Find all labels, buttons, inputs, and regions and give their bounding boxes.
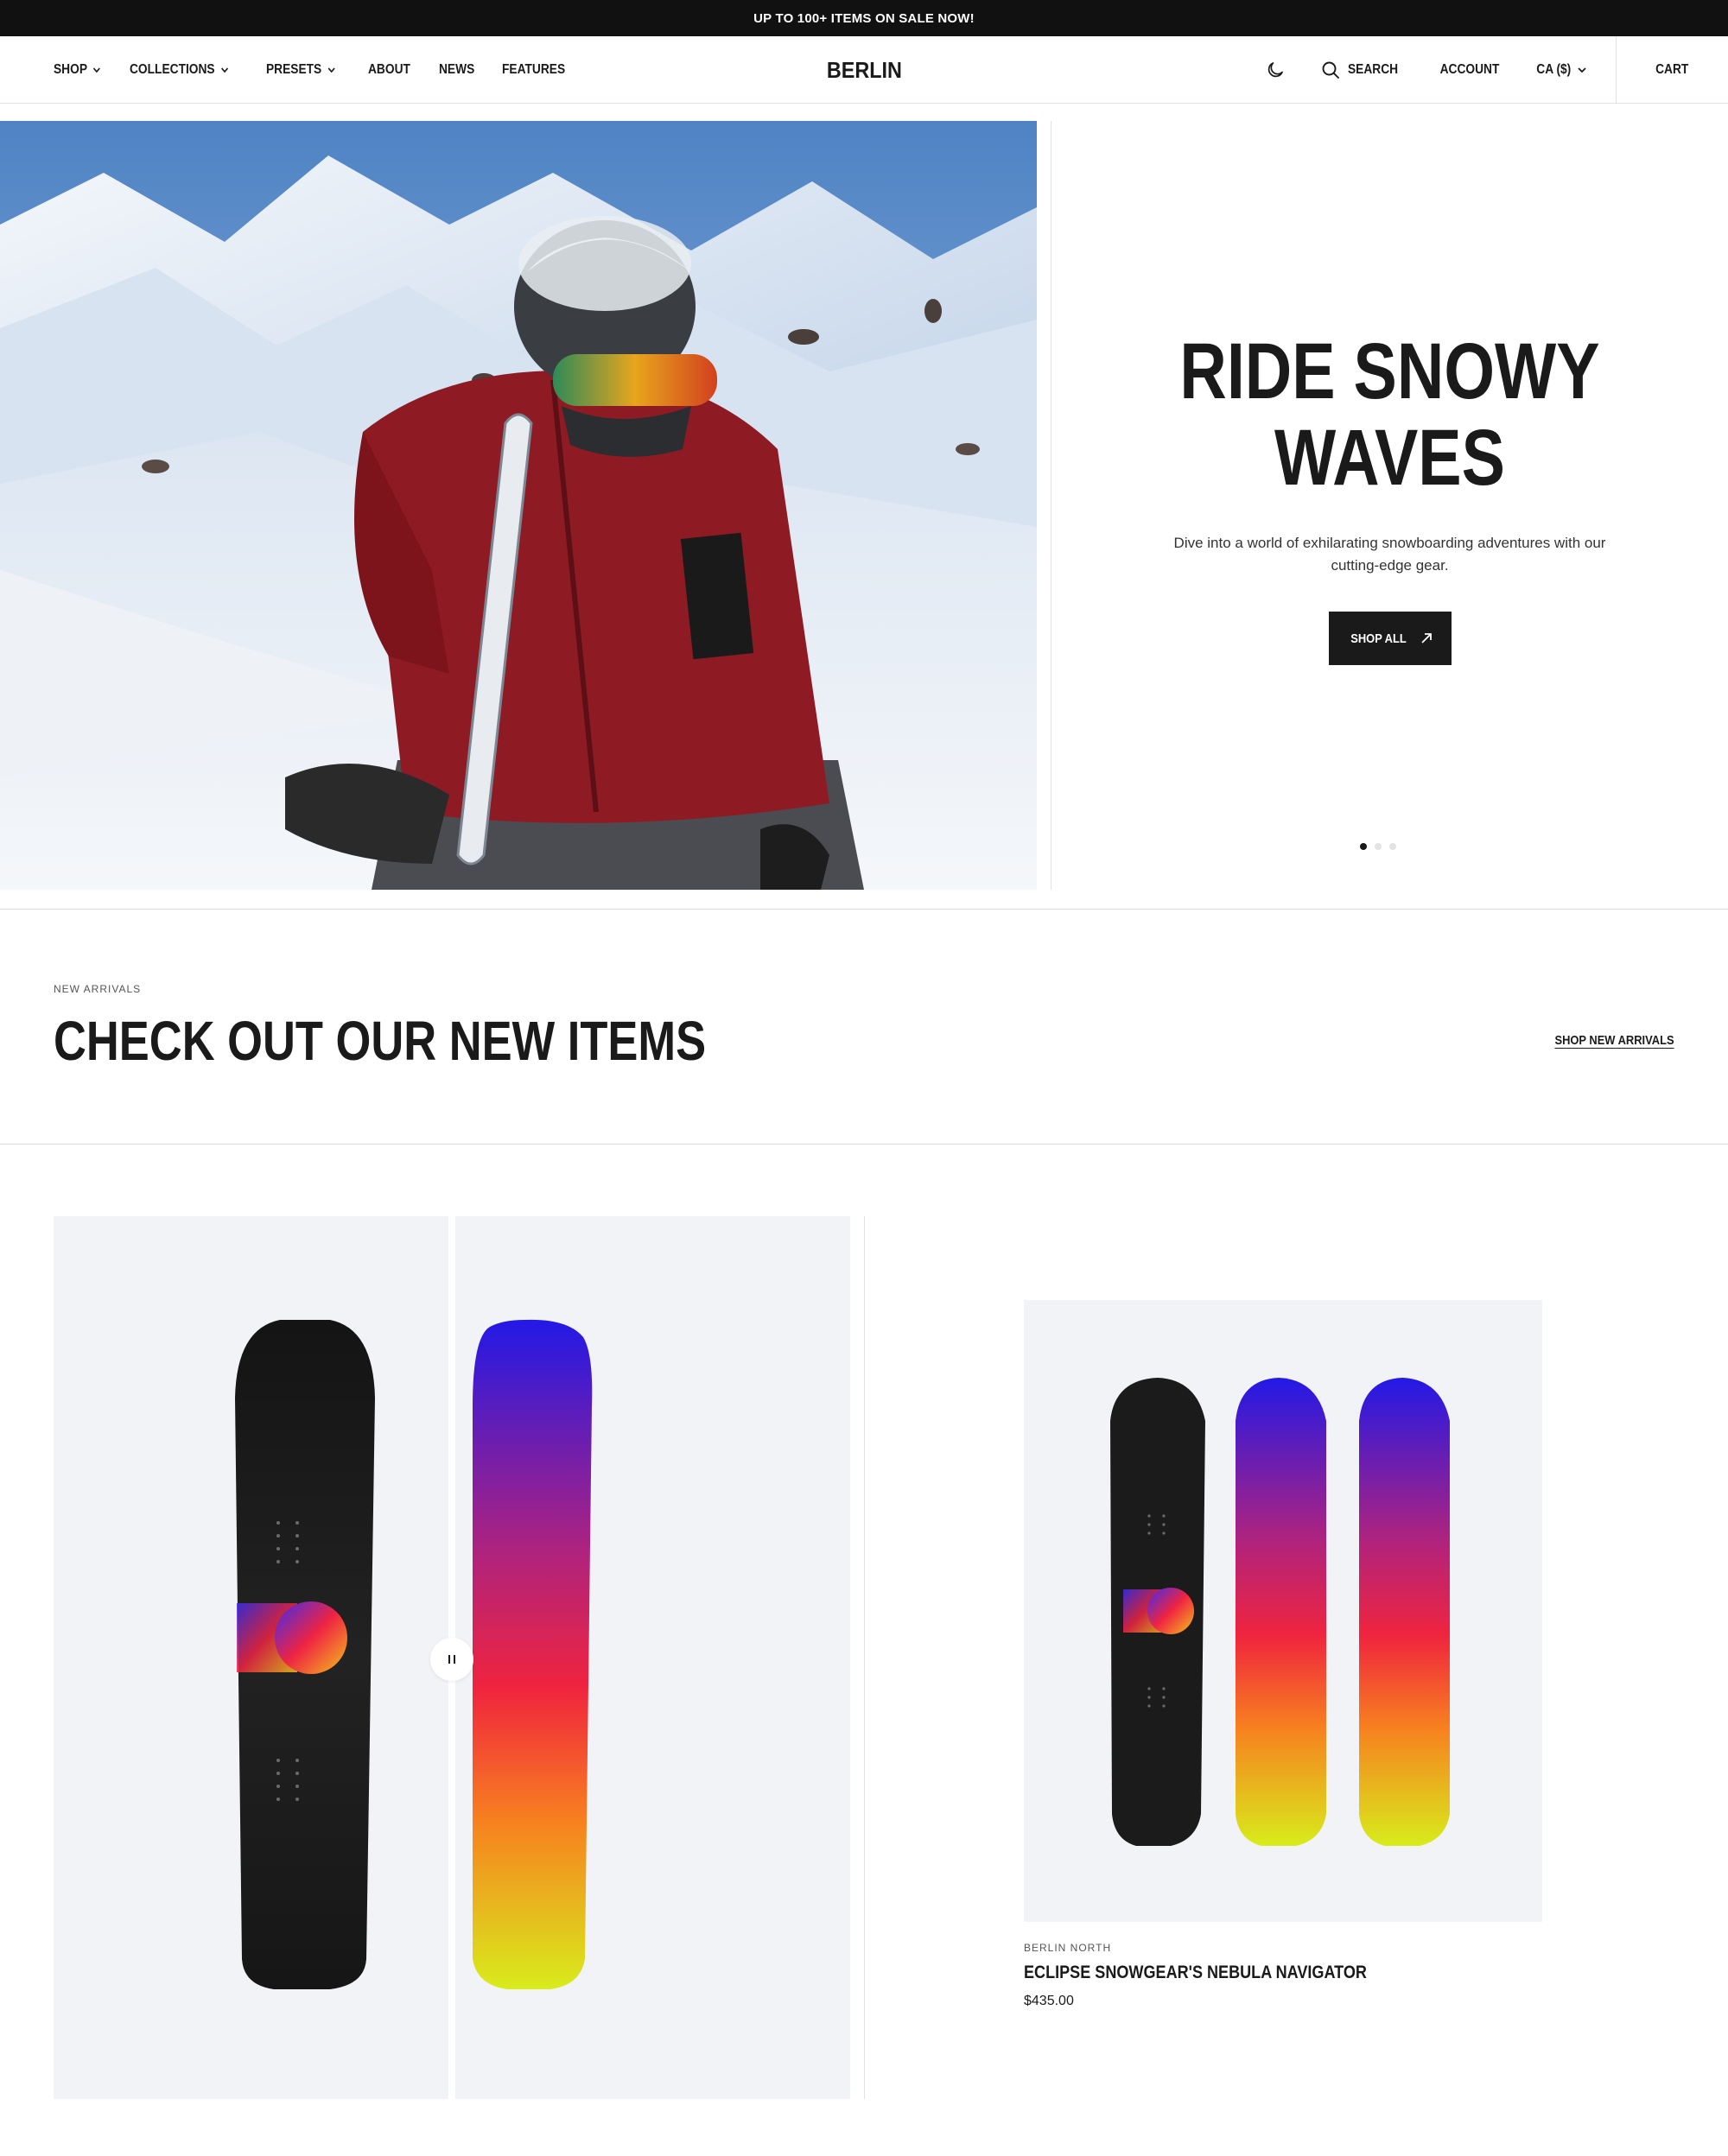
- site-header: SHOP COLLECTIONS PRESETS ABOUT NEWS FEAT…: [0, 36, 1728, 104]
- announcement-text: UP TO 100+ ITEMS ON SALE NOW!: [753, 10, 975, 26]
- nav-label: NEWS: [438, 62, 474, 77]
- pause-button[interactable]: [430, 1638, 473, 1681]
- search-label: SEARCH: [1347, 62, 1399, 77]
- search-button[interactable]: SEARCH: [1320, 60, 1407, 80]
- chevron-down-icon: [93, 67, 101, 73]
- account-label: ACCOUNT: [1440, 62, 1500, 77]
- hero-title: RIDE SNOWY WAVES: [1179, 328, 1599, 501]
- slider-dot[interactable]: [1375, 843, 1382, 850]
- column-divider: [864, 1216, 865, 2099]
- nav-label: PRESETS: [266, 62, 322, 77]
- account-link[interactable]: ACCOUNT: [1435, 62, 1504, 78]
- hero-subtitle: Dive into a world of exhilarating snowbo…: [1173, 535, 1606, 574]
- currency-selector[interactable]: CA ($): [1534, 62, 1586, 78]
- product-card-image[interactable]: [1024, 1300, 1542, 1922]
- featured-product-media[interactable]: [54, 1216, 850, 2099]
- chevron-down-icon: [327, 67, 335, 73]
- cart-button[interactable]: CART: [1616, 36, 1728, 104]
- nav-item-news[interactable]: NEWS: [439, 62, 474, 78]
- section-eyebrow: NEW ARRIVALS: [54, 983, 142, 995]
- chevron-down-icon: [221, 67, 229, 73]
- chevron-down-icon: [1578, 67, 1586, 73]
- board-gradient-image: [473, 1319, 593, 1989]
- main-nav: SHOP COLLECTIONS PRESETS ABOUT NEWS FEAT…: [54, 36, 575, 104]
- nav-label: FEATURES: [501, 62, 565, 77]
- shop-all-label: SHOP ALL: [1350, 631, 1407, 646]
- product-image-pane: [455, 1216, 850, 2099]
- product-brand: BERLIN NORTH: [1024, 1942, 1112, 1954]
- nav-item-features[interactable]: FEATURES: [502, 62, 565, 78]
- theme-toggle-button[interactable]: [1265, 60, 1286, 80]
- nav-item-collections[interactable]: COLLECTIONS: [130, 62, 229, 78]
- slider-dots: [1360, 843, 1396, 850]
- nav-label: ABOUT: [367, 62, 410, 77]
- header-actions: SEARCH ACCOUNT CA ($) CART: [1265, 36, 1728, 104]
- search-icon: [1322, 61, 1339, 79]
- shop-new-arrivals-link[interactable]: SHOP NEW ARRIVALS: [1555, 1033, 1674, 1048]
- section-divider: [0, 1144, 1728, 1145]
- currency-label: CA ($): [1536, 62, 1572, 77]
- nav-item-presets[interactable]: PRESETS: [266, 62, 335, 78]
- nav-label: COLLECTIONS: [130, 62, 215, 77]
- hero-image: [0, 121, 1037, 890]
- arrow-up-right-icon: [1421, 633, 1432, 644]
- hero-title-line: WAVES: [1274, 414, 1505, 502]
- snowboarder-photo: [0, 121, 1037, 890]
- nav-item-about[interactable]: ABOUT: [368, 62, 410, 78]
- cart-label: CART: [1655, 62, 1689, 77]
- hero-title-line: RIDE SNOWY: [1179, 327, 1600, 415]
- boards-trio-image: [1110, 1378, 1450, 1846]
- product-image-pane: [54, 1216, 448, 2099]
- product-price: $435.00: [1024, 1994, 1074, 2008]
- moon-icon: [1267, 62, 1283, 78]
- site-logo[interactable]: BERLIN: [826, 57, 901, 84]
- shop-all-button[interactable]: SHOP ALL: [1328, 612, 1452, 665]
- nav-item-shop[interactable]: SHOP: [54, 62, 101, 78]
- nav-label: SHOP: [54, 62, 87, 77]
- hero-content: RIDE SNOWY WAVES Dive into a world of ex…: [1051, 121, 1728, 890]
- board-black-image: [235, 1320, 375, 1989]
- section-title: CHECK OUT OUR NEW ITEMS: [54, 1010, 707, 1072]
- slider-dot[interactable]: [1389, 843, 1396, 850]
- product-name[interactable]: ECLIPSE SNOWGEAR'S NEBULA NAVIGATOR: [1024, 1963, 1367, 1983]
- section-divider: [0, 909, 1728, 910]
- slider-dot[interactable]: [1360, 843, 1367, 850]
- announcement-bar: UP TO 100+ ITEMS ON SALE NOW!: [0, 0, 1728, 36]
- pause-icon: [448, 1655, 455, 1664]
